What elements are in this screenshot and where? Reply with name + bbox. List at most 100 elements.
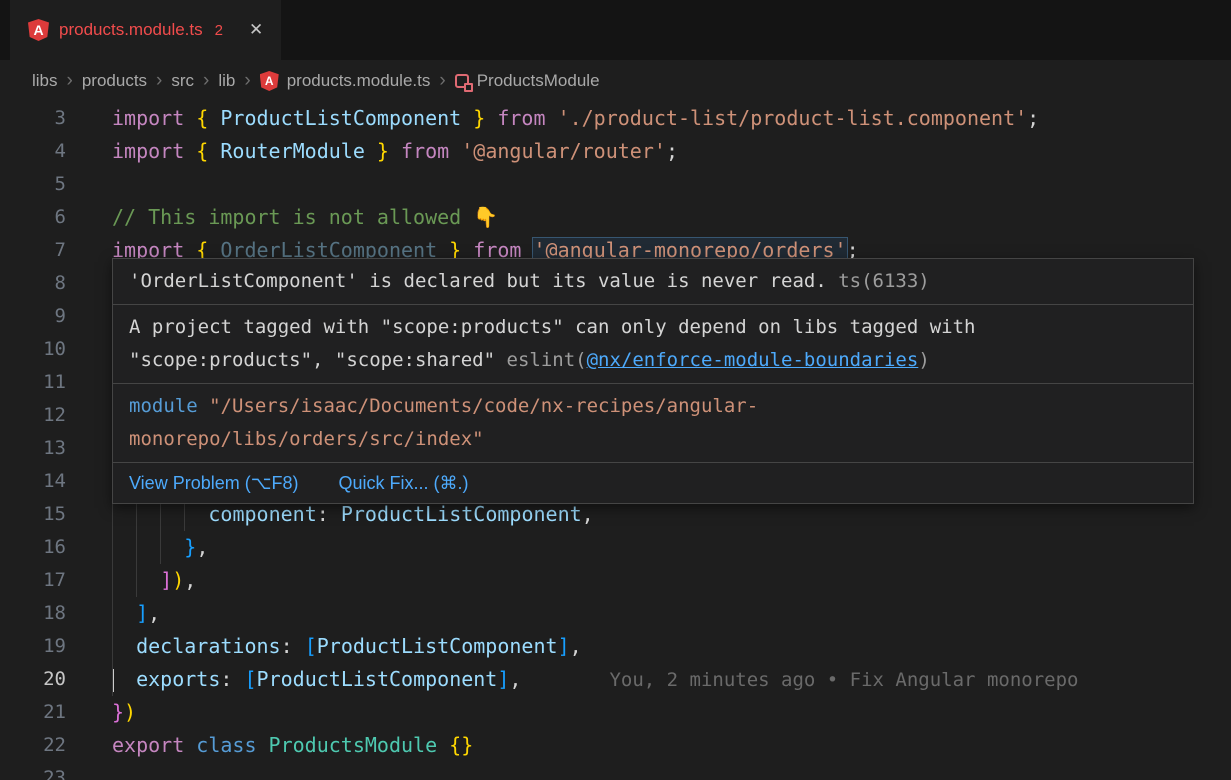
hover-text: eslint( bbox=[507, 349, 587, 371]
code-token: , bbox=[509, 667, 521, 691]
breadcrumb-separator: › bbox=[156, 70, 162, 92]
line-content: ]), bbox=[90, 564, 1231, 597]
code-line-20[interactable]: 20 exports: [ProductListComponent],You, … bbox=[0, 663, 1231, 696]
breadcrumb-label: products bbox=[82, 71, 147, 91]
line-number[interactable]: 14 bbox=[0, 465, 90, 498]
code-token: : bbox=[317, 502, 341, 526]
code-token: component bbox=[208, 502, 316, 526]
breadcrumb-item-libs[interactable]: libs bbox=[32, 71, 58, 91]
line-number[interactable]: 21 bbox=[0, 696, 90, 729]
breadcrumb-separator: › bbox=[203, 70, 209, 92]
code-token: ) bbox=[172, 568, 184, 592]
line-content: // This import is not allowed 👇 bbox=[90, 201, 1231, 234]
indent-guide bbox=[112, 630, 136, 663]
line-content bbox=[90, 168, 1231, 201]
view-problem-action[interactable]: View Problem (⌥F8) bbox=[129, 472, 298, 494]
line-number[interactable]: 10 bbox=[0, 333, 90, 366]
line-number[interactable]: 3 bbox=[0, 102, 90, 135]
hover-text: module bbox=[129, 395, 198, 417]
tab-problems-badge: 2 bbox=[215, 22, 223, 39]
code-line-22[interactable]: 22export class ProductsModule {} bbox=[0, 729, 1231, 762]
hover-messages: 'OrderListComponent' is declared but its… bbox=[113, 259, 1193, 462]
code-line-23[interactable]: 23 bbox=[0, 762, 1231, 780]
hover-actions: View Problem (⌥F8) Quick Fix... (⌘.) bbox=[113, 462, 1193, 503]
close-icon[interactable]: ✕ bbox=[249, 20, 263, 40]
code-token: } bbox=[365, 139, 389, 163]
breadcrumb-item-src[interactable]: src bbox=[171, 71, 194, 91]
breadcrumb-label: products.module.ts bbox=[287, 71, 431, 91]
line-content: import { RouterModule } from '@angular/r… bbox=[90, 135, 1231, 168]
line-number[interactable]: 7 bbox=[0, 234, 90, 267]
code-line-5[interactable]: 5 bbox=[0, 168, 1231, 201]
line-number[interactable]: 19 bbox=[0, 630, 90, 663]
indent-guide bbox=[112, 663, 136, 696]
line-number[interactable]: 15 bbox=[0, 498, 90, 531]
hover-text: "scope:products", "scope:shared" bbox=[129, 349, 507, 371]
line-number[interactable]: 12 bbox=[0, 399, 90, 432]
code-line-21[interactable]: 21}) bbox=[0, 696, 1231, 729]
code-token: RouterModule bbox=[220, 139, 365, 163]
breadcrumb-item-products[interactable]: products bbox=[82, 71, 147, 91]
line-number[interactable]: 23 bbox=[0, 762, 90, 780]
git-blame-annotation: You, 2 minutes ago • Fix Angular monorep… bbox=[609, 669, 1078, 691]
line-number[interactable]: 22 bbox=[0, 729, 90, 762]
line-number[interactable]: 9 bbox=[0, 300, 90, 333]
indent-guide bbox=[160, 531, 184, 564]
angular-icon bbox=[28, 19, 49, 41]
code-token: from bbox=[485, 106, 557, 130]
line-number[interactable]: 13 bbox=[0, 432, 90, 465]
code-token: , bbox=[570, 634, 582, 658]
quick-fix-action[interactable]: Quick Fix... (⌘.) bbox=[338, 472, 468, 494]
breadcrumb-item-lib[interactable]: lib bbox=[218, 71, 235, 91]
line-number[interactable]: 6 bbox=[0, 201, 90, 234]
breadcrumb-label: src bbox=[171, 71, 194, 91]
code-token: {} bbox=[449, 733, 473, 757]
breadcrumb-label: lib bbox=[218, 71, 235, 91]
tab-bar: products.module.ts 2 ✕ bbox=[0, 0, 1231, 60]
code-token: : bbox=[220, 667, 244, 691]
breadcrumb-label: libs bbox=[32, 71, 58, 91]
code-token: 👇 bbox=[473, 205, 498, 229]
vscode-window: products.module.ts 2 ✕ libs › products › src… bbox=[0, 0, 1231, 780]
line-number[interactable]: 4 bbox=[0, 135, 90, 168]
code-line-3[interactable]: 3import { ProductListComponent } from '.… bbox=[0, 102, 1231, 135]
tab-products-module[interactable]: products.module.ts 2 ✕ bbox=[10, 0, 281, 60]
line-number[interactable]: 18 bbox=[0, 597, 90, 630]
indent-guide bbox=[136, 564, 160, 597]
hover-text: "/Users/isaac/Documents/code/nx-recipes/… bbox=[198, 395, 759, 417]
code-token: import bbox=[112, 106, 196, 130]
code-token: ) bbox=[124, 700, 136, 724]
hover-text: ts(6133) bbox=[827, 270, 930, 292]
hover-message: module "/Users/isaac/Documents/code/nx-r… bbox=[113, 383, 1193, 462]
eslint-rule-link[interactable]: @nx/enforce-module-boundaries bbox=[587, 349, 919, 371]
code-line-16[interactable]: 16 }, bbox=[0, 531, 1231, 564]
line-number[interactable]: 17 bbox=[0, 564, 90, 597]
line-number[interactable]: 8 bbox=[0, 267, 90, 300]
line-number[interactable]: 20 bbox=[0, 663, 90, 696]
line-number[interactable]: 5 bbox=[0, 168, 90, 201]
code-line-4[interactable]: 4import { RouterModule } from '@angular/… bbox=[0, 135, 1231, 168]
indent-guide bbox=[112, 564, 136, 597]
line-number[interactable]: 11 bbox=[0, 366, 90, 399]
line-content: import { ProductListComponent } from './… bbox=[90, 102, 1231, 135]
code-token: : bbox=[281, 634, 305, 658]
editor[interactable]: 3import { ProductListComponent } from '.… bbox=[0, 102, 1231, 780]
code-line-17[interactable]: 17 ]), bbox=[0, 564, 1231, 597]
code-token: } bbox=[461, 106, 485, 130]
code-token: declarations bbox=[136, 634, 281, 658]
code-line-6[interactable]: 6// This import is not allowed 👇 bbox=[0, 201, 1231, 234]
code-token: ] bbox=[160, 568, 172, 592]
line-content: export class ProductsModule {} bbox=[90, 729, 1231, 762]
line-number[interactable]: 16 bbox=[0, 531, 90, 564]
hover-text: 'OrderListComponent' is declared but its… bbox=[129, 270, 827, 292]
indent-guide bbox=[136, 531, 160, 564]
breadcrumb-item-ProductsModule[interactable]: ProductsModule bbox=[455, 71, 600, 91]
hover-text: ) bbox=[918, 349, 929, 371]
code-token: [ bbox=[244, 667, 256, 691]
code-token: class bbox=[196, 733, 268, 757]
code-line-19[interactable]: 19 declarations: [ProductListComponent], bbox=[0, 630, 1231, 663]
code-line-18[interactable]: 18 ], bbox=[0, 597, 1231, 630]
breadcrumb-item-products.module.ts[interactable]: products.module.ts bbox=[260, 71, 431, 91]
line-content: declarations: [ProductListComponent], bbox=[90, 630, 1231, 663]
breadcrumb-separator: › bbox=[439, 70, 445, 92]
